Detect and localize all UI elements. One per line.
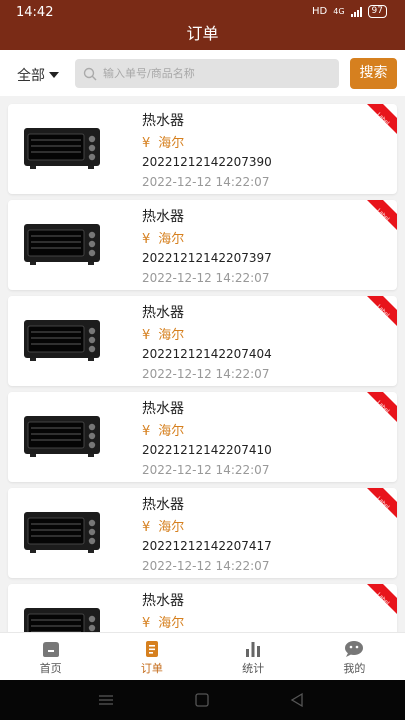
- search-field[interactable]: [75, 59, 339, 88]
- order-card[interactable]: 热水器 ¥ 海尔 20221212142207397 2022-12-12 14:22:…: [8, 200, 397, 290]
- signal-icon: [350, 6, 362, 17]
- order-list[interactable]: 热水器 ¥ 海尔 20221212142207390 2022-12-12 14:22:…: [0, 100, 405, 632]
- label-ribbon: Label: [367, 392, 397, 422]
- label-ribbon: Label: [367, 296, 397, 326]
- product-name: 热水器: [142, 497, 184, 513]
- brand-name: 海尔: [158, 424, 185, 439]
- order-number: 20221212142207390: [142, 155, 272, 169]
- currency-symbol: ¥: [142, 520, 151, 535]
- product-brand: ¥ 海尔: [142, 324, 184, 343]
- page-title: 订单: [0, 24, 405, 50]
- oven-image: [24, 416, 100, 457]
- tab-label: 订单: [140, 662, 163, 675]
- menu-icon[interactable]: [98, 693, 114, 707]
- battery-icon: 97: [367, 5, 387, 18]
- oven-image: [24, 128, 100, 169]
- oven-image: [24, 320, 100, 361]
- oven-image: [24, 224, 100, 265]
- search-row: 全部 搜索: [0, 50, 405, 96]
- status-time: 14:42: [16, 5, 54, 20]
- brand-name: 海尔: [158, 520, 185, 535]
- product-brand: ¥ 海尔: [142, 516, 184, 535]
- order-time: 2022-12-12 14:22:07: [142, 271, 270, 285]
- currency-symbol: ¥: [142, 616, 151, 631]
- home-nav-icon[interactable]: [195, 693, 209, 707]
- product-brand: ¥ 海尔: [142, 132, 184, 151]
- order-card[interactable]: 热水器 ¥ 海尔 20221212142207417 2022-12-12 14:22:…: [8, 488, 397, 578]
- order-time: 2022-12-12 14:22:07: [142, 559, 270, 573]
- home-icon: [42, 642, 59, 657]
- filter-dropdown[interactable]: 全部: [17, 65, 59, 85]
- currency-symbol: ¥: [142, 424, 151, 439]
- currency-symbol: ¥: [142, 136, 151, 151]
- order-time: 2022-12-12 14:22:07: [142, 463, 270, 477]
- product-name: 热水器: [142, 209, 184, 225]
- tab-label: 我的: [343, 662, 366, 675]
- tab-profile[interactable]: 我的: [304, 633, 405, 680]
- oven-image: [24, 512, 100, 553]
- label-ribbon: Label: [367, 200, 397, 230]
- brand-name: 海尔: [158, 136, 185, 151]
- order-card[interactable]: 热水器 ¥ 海尔 20221212142207390 2022-12-12 14:22:…: [8, 104, 397, 194]
- system-nav-bar: [0, 680, 405, 720]
- label-ribbon: Label: [367, 104, 397, 134]
- order-time: 2022-12-12 14:22:07: [142, 367, 270, 381]
- brand-name: 海尔: [158, 232, 185, 247]
- hd-indicator: HD: [312, 6, 328, 17]
- network-indicator: 4G: [333, 7, 345, 16]
- tab-stats[interactable]: 统计: [203, 633, 304, 680]
- status-bar: 14:42 HD 4G 97: [0, 0, 405, 24]
- tab-orders[interactable]: 订单: [101, 633, 202, 680]
- order-card[interactable]: 热水器 ¥ 海尔 20221212142207404 2022-12-12 14:22:…: [8, 296, 397, 386]
- label-ribbon: Label: [367, 584, 397, 614]
- order-number: 20221212142207397: [142, 251, 272, 265]
- profile-icon: [345, 641, 364, 657]
- filter-label: 全部: [17, 68, 45, 84]
- tab-bar: 首页 订单 统计 我的: [0, 632, 405, 680]
- search-input[interactable]: [103, 67, 323, 80]
- order-number: 20221212142207404: [142, 347, 272, 361]
- search-icon: [83, 67, 97, 80]
- order-card[interactable]: 热水器 ¥ 海尔 Label: [8, 584, 397, 632]
- order-icon: [145, 641, 158, 657]
- product-name: 热水器: [142, 305, 184, 321]
- caret-down-icon: [49, 72, 59, 78]
- product-name: 热水器: [142, 593, 184, 609]
- currency-symbol: ¥: [142, 232, 151, 247]
- status-icons: HD 4G 97: [312, 5, 387, 18]
- product-brand: ¥ 海尔: [142, 420, 184, 439]
- label-ribbon: Label: [367, 488, 397, 518]
- order-number: 20221212142207417: [142, 539, 272, 553]
- tab-home[interactable]: 首页: [0, 633, 101, 680]
- back-icon[interactable]: [290, 692, 304, 708]
- oven-image: [24, 608, 100, 632]
- tab-label: 首页: [39, 662, 62, 675]
- stats-icon: [246, 642, 261, 657]
- brand-name: 海尔: [158, 328, 185, 343]
- product-brand: ¥ 海尔: [142, 612, 184, 631]
- product-name: 热水器: [142, 113, 184, 129]
- order-time: 2022-12-12 14:22:07: [142, 175, 270, 189]
- product-brand: ¥ 海尔: [142, 228, 184, 247]
- tab-label: 统计: [242, 662, 265, 675]
- brand-name: 海尔: [158, 616, 185, 631]
- product-name: 热水器: [142, 401, 184, 417]
- order-number: 20221212142207410: [142, 443, 272, 457]
- currency-symbol: ¥: [142, 328, 151, 343]
- order-card[interactable]: 热水器 ¥ 海尔 20221212142207410 2022-12-12 14:22:…: [8, 392, 397, 482]
- search-button[interactable]: 搜索: [350, 58, 397, 89]
